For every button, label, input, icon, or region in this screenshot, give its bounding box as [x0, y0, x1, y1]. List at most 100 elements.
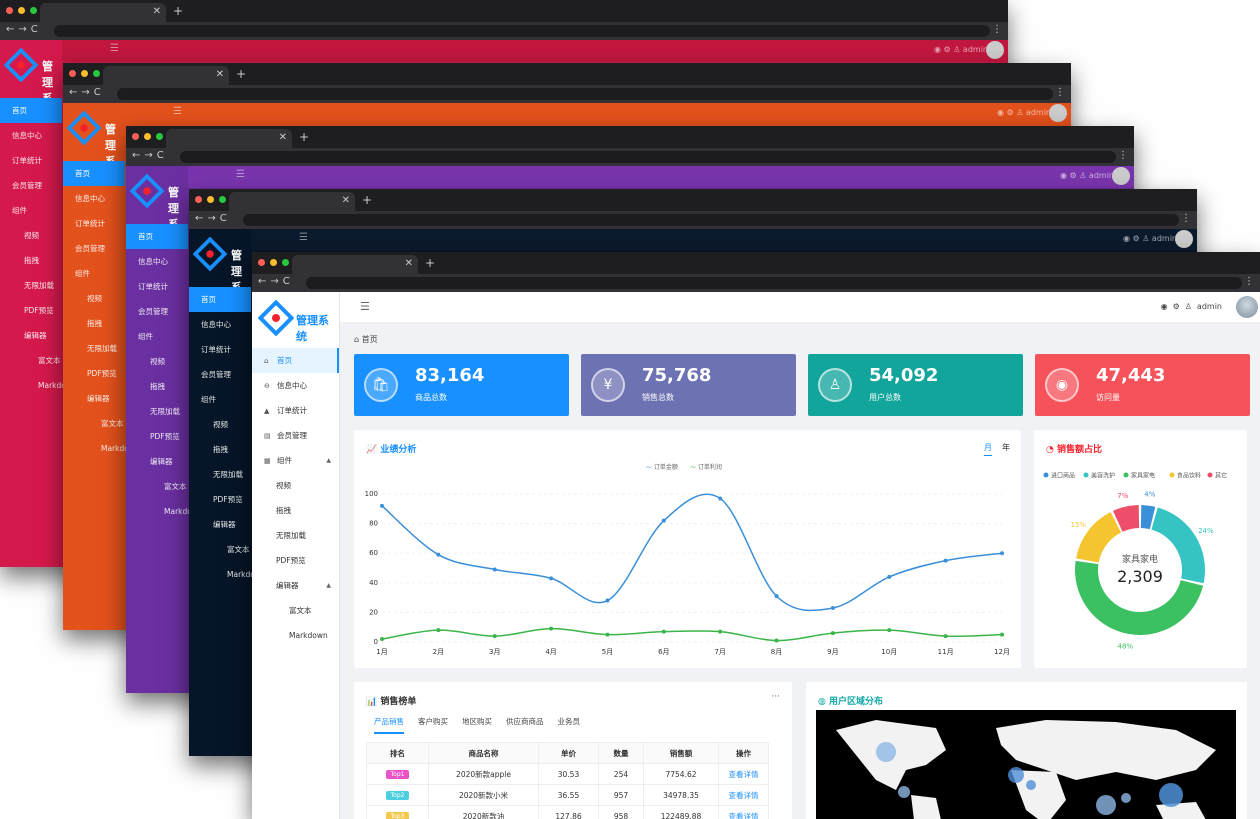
view-details-link[interactable]: 查看详情 — [729, 812, 759, 819]
data-point[interactable] — [380, 503, 384, 508]
more-icon[interactable]: ··· — [771, 692, 780, 702]
bg-menu-item[interactable]: 富文本 — [63, 411, 125, 436]
data-point[interactable] — [492, 634, 497, 639]
legend-label[interactable]: 进口商品 — [1051, 472, 1075, 480]
menu-item[interactable]: ▲ 订单统计 — [252, 398, 339, 423]
menu-item[interactable]: 无限加载 — [252, 523, 339, 548]
nav-buttons-icon[interactable]: ←→C — [195, 213, 231, 224]
bg-menu-item[interactable]: 组件 — [126, 324, 188, 349]
legend-marker[interactable] — [1083, 472, 1089, 478]
legend-marker[interactable] — [1123, 472, 1129, 478]
menu-toggle-icon[interactable]: ☰ — [173, 106, 182, 117]
bg-menu-item[interactable]: 编辑器 — [126, 449, 188, 474]
menu-item[interactable]: ▤ 会员管理 — [252, 423, 339, 448]
bg-menu-item[interactable]: 视频 — [0, 223, 62, 248]
bg-menu-item[interactable]: Markdown — [126, 499, 203, 524]
data-point[interactable] — [774, 638, 779, 643]
menu-item[interactable]: ⌂ 首页 — [252, 348, 339, 373]
data-point[interactable] — [774, 594, 779, 599]
avatar[interactable] — [1112, 167, 1130, 185]
data-point[interactable] — [887, 628, 892, 633]
avatar[interactable] — [1049, 104, 1067, 122]
new-tab-icon[interactable]: + — [299, 130, 309, 144]
url-input[interactable] — [54, 25, 990, 37]
bg-menu-item[interactable]: 组件 — [189, 387, 251, 412]
bg-menu-item[interactable]: PDF预览 — [126, 424, 188, 449]
window-controls[interactable] — [132, 133, 163, 140]
bg-menu-item[interactable]: 首页 — [63, 161, 125, 186]
data-point[interactable] — [718, 629, 723, 634]
more-icon[interactable]: ⋮ — [1181, 213, 1191, 224]
bg-menu-item[interactable]: 首页 — [126, 224, 188, 249]
browser-tab[interactable]: ✕ — [229, 192, 355, 211]
bg-menu-item[interactable]: 无限加载 — [126, 399, 188, 424]
legend-marker[interactable] — [1207, 472, 1213, 478]
menu-item[interactable]: ▦ 组件 ▲ — [252, 448, 339, 473]
data-point[interactable] — [605, 598, 610, 603]
legend-label[interactable]: 家具家电 — [1131, 472, 1155, 480]
legend-marker[interactable] — [1043, 472, 1049, 478]
header-actions[interactable]: ◉ ⚙ ♙ admin — [934, 45, 988, 54]
data-point[interactable] — [830, 631, 835, 636]
menu-item[interactable]: ⊖ 信息中心 — [252, 373, 339, 398]
bg-menu-item[interactable]: 组件 — [63, 261, 125, 286]
bg-menu-item[interactable]: 富文本 — [126, 474, 188, 499]
header-actions[interactable]: ◉ ⚙ ♙ admin — [1123, 234, 1177, 243]
menu-item[interactable]: 编辑器 ▲ — [252, 573, 339, 598]
browser-tab[interactable]: ✕ — [166, 129, 292, 148]
bg-menu-item[interactable]: 无限加载 — [0, 273, 62, 298]
menu-toggle-icon[interactable]: ☰ — [110, 43, 119, 54]
bg-menu-item[interactable]: 组件 — [0, 198, 62, 223]
bg-menu-item[interactable]: 拖拽 — [0, 248, 62, 273]
ranking-tab[interactable]: 地区购买 — [462, 716, 492, 734]
new-tab-icon[interactable]: + — [362, 193, 372, 207]
menu-item[interactable]: 视频 — [252, 473, 339, 498]
bg-menu-item[interactable]: 视频 — [63, 286, 125, 311]
menu-item[interactable]: 富文本 — [252, 598, 339, 623]
nav-buttons-icon[interactable]: ←→C — [6, 24, 42, 35]
bg-menu-item[interactable]: Markdown — [189, 562, 266, 587]
bg-menu-item[interactable]: 视频 — [189, 412, 251, 437]
ranking-tab[interactable]: 业务员 — [558, 716, 581, 734]
bg-menu-item[interactable]: 信息中心 — [63, 186, 125, 211]
bg-menu-item[interactable]: 拖拽 — [126, 374, 188, 399]
data-point[interactable] — [380, 637, 384, 642]
data-point[interactable] — [436, 552, 441, 557]
stat-card[interactable]: 🛍 83,164 商品总数 — [354, 354, 569, 416]
bg-menu-item[interactable]: 编辑器 — [63, 386, 125, 411]
data-point[interactable] — [943, 558, 948, 563]
menu-item[interactable]: Markdown — [252, 623, 339, 648]
bg-menu-item[interactable]: 信息中心 — [126, 249, 188, 274]
series-line[interactable] — [381, 627, 1003, 642]
avatar[interactable] — [1236, 296, 1258, 318]
data-point[interactable] — [1000, 632, 1004, 637]
bg-menu-item[interactable]: 会员管理 — [189, 362, 251, 387]
stat-card[interactable]: ¥ 75,768 销售总数 — [581, 354, 796, 416]
chevron-up-icon[interactable]: ▲ — [326, 448, 331, 473]
username[interactable]: admin — [1197, 302, 1222, 311]
bg-menu-item[interactable]: 无限加载 — [189, 462, 251, 487]
header-actions[interactable]: ◉ ⚙ ♙ admin — [1060, 171, 1114, 180]
data-point[interactable] — [549, 626, 554, 631]
more-icon[interactable]: ⋮ — [1244, 276, 1254, 287]
legend-label[interactable]: 其它 — [1215, 472, 1227, 480]
bg-menu-item[interactable]: 拖拽 — [189, 437, 251, 462]
window-controls[interactable] — [195, 196, 226, 203]
ranking-tab[interactable]: 客户购买 — [418, 716, 448, 734]
browser-tab[interactable]: ✕ — [103, 66, 229, 85]
data-point[interactable] — [605, 632, 610, 637]
avatar[interactable] — [986, 41, 1004, 59]
url-input[interactable] — [306, 277, 1242, 289]
bg-menu-item[interactable]: Markdown — [63, 436, 140, 461]
url-input[interactable] — [180, 151, 1116, 163]
view-details-link[interactable]: 查看详情 — [729, 791, 759, 800]
window-controls[interactable] — [69, 70, 100, 77]
legend-label[interactable]: 食品饮料 — [1177, 472, 1201, 480]
data-point[interactable] — [492, 567, 497, 572]
bg-menu-item[interactable]: 订单统计 — [0, 148, 62, 173]
data-point[interactable] — [887, 574, 892, 579]
bg-menu-item[interactable]: 信息中心 — [0, 123, 62, 148]
bg-menu-item[interactable]: 订单统计 — [189, 337, 251, 362]
close-tab-icon[interactable]: ✕ — [405, 258, 413, 269]
new-tab-icon[interactable]: + — [236, 67, 246, 81]
